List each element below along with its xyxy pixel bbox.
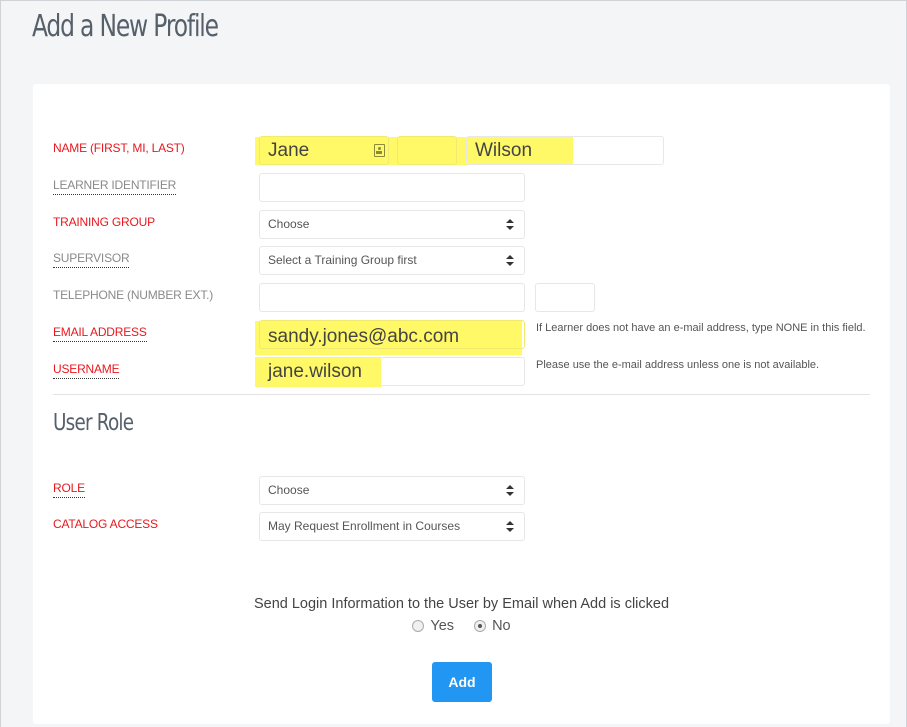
select-arrows-icon bbox=[506, 255, 514, 267]
username-label: USERNAME bbox=[53, 362, 120, 379]
last-name-input[interactable]: Wilson bbox=[466, 136, 664, 165]
send-login-radio-group: Yes No bbox=[33, 618, 890, 636]
email-label: EMAIL ADDRESS bbox=[53, 325, 147, 342]
select-arrows-icon bbox=[506, 485, 514, 497]
section-divider bbox=[53, 394, 870, 395]
page-title: Add a New Profile bbox=[32, 9, 219, 44]
radio-checked-icon[interactable] bbox=[474, 620, 487, 632]
supervisor-label: SUPERVISOR bbox=[53, 251, 130, 268]
telephone-ext-input[interactable] bbox=[535, 283, 595, 312]
send-login-no-radio[interactable]: No bbox=[474, 618, 511, 634]
role-selected: Choose bbox=[268, 483, 310, 497]
email-help-text: If Learner does not have an e-mail addre… bbox=[536, 322, 866, 334]
supervisor-select[interactable]: Select a Training Group first bbox=[259, 246, 525, 275]
profile-form-card: NAME (FIRST, MI, LAST) Jane Wilson LEARN… bbox=[33, 84, 890, 724]
training-group-select[interactable]: Choose bbox=[259, 210, 525, 239]
email-value: sandy.jones@abc.com bbox=[268, 326, 460, 347]
username-input[interactable]: jane.wilson bbox=[259, 357, 525, 386]
add-button[interactable]: Add bbox=[432, 662, 492, 702]
user-role-heading: User Role bbox=[53, 410, 134, 436]
telephone-label: TELEPHONE (NUMBER EXT.) bbox=[53, 288, 214, 302]
training-group-selected: Choose bbox=[268, 217, 310, 231]
radio-label-no: No bbox=[492, 618, 511, 634]
learner-identifier-input[interactable] bbox=[259, 173, 525, 202]
email-input[interactable]: sandy.jones@abc.com bbox=[259, 320, 525, 349]
role-label: ROLE bbox=[53, 481, 85, 498]
learner-identifier-label: LEARNER IDENTIFIER bbox=[53, 178, 176, 195]
select-arrows-icon bbox=[506, 521, 514, 533]
select-arrows-icon bbox=[506, 219, 514, 231]
catalog-access-selected: May Request Enrollment in Courses bbox=[268, 519, 461, 533]
role-select[interactable]: Choose bbox=[259, 476, 525, 505]
first-name-value: Jane bbox=[268, 140, 310, 161]
middle-initial-input[interactable] bbox=[397, 136, 457, 165]
catalog-access-select[interactable]: May Request Enrollment in Courses bbox=[259, 512, 525, 541]
radio-label-yes: Yes bbox=[430, 618, 455, 634]
catalog-access-label: CATALOG ACCESS bbox=[53, 517, 158, 531]
send-login-yes-radio[interactable]: Yes bbox=[412, 618, 454, 634]
training-group-label: TRAINING GROUP bbox=[53, 215, 155, 229]
first-name-input[interactable]: Jane bbox=[259, 136, 389, 165]
last-name-value: Wilson bbox=[475, 140, 533, 161]
supervisor-selected: Select a Training Group first bbox=[268, 253, 417, 267]
radio-unchecked-icon[interactable] bbox=[412, 620, 425, 632]
username-value: jane.wilson bbox=[268, 361, 362, 382]
contact-card-icon[interactable] bbox=[374, 144, 385, 157]
name-label: NAME (FIRST, MI, LAST) bbox=[53, 141, 185, 155]
send-login-text: Send Login Information to the User by Em… bbox=[253, 596, 670, 612]
username-help-text: Please use the e-mail address unless one… bbox=[536, 359, 820, 371]
telephone-number-input[interactable] bbox=[259, 283, 525, 312]
